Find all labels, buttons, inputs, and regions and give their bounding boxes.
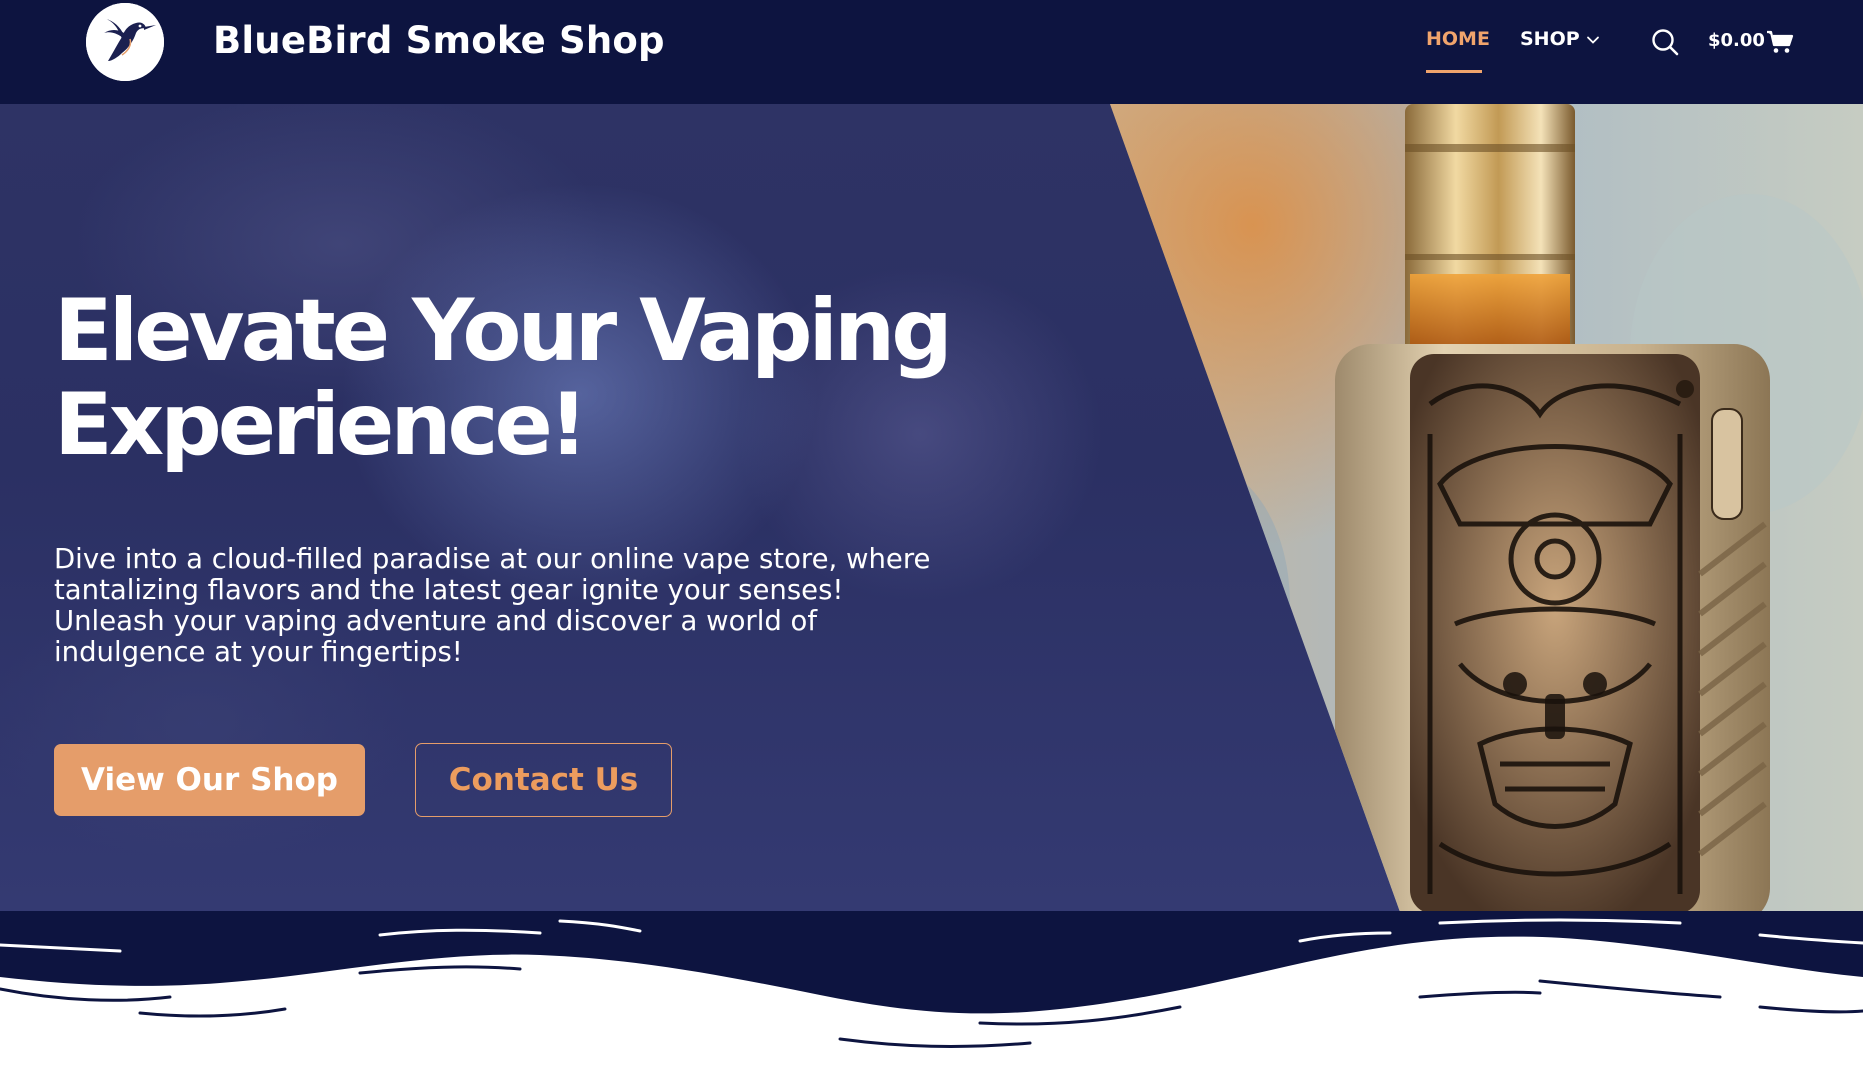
site-title[interactable]: BlueBird Smoke Shop: [213, 19, 665, 62]
hero-subtitle-line-1: Dive into a cloud-filled paradise at our…: [54, 543, 931, 575]
cart-icon[interactable]: [1766, 28, 1794, 56]
hero-title-line-2: Experience!: [54, 375, 588, 475]
search-icon[interactable]: [1650, 27, 1680, 57]
hero-title-line-1: Elevate Your Vaping: [54, 281, 953, 381]
wave-divider: [0, 911, 1863, 1073]
hummingbird-icon: [86, 3, 164, 81]
site-header: BlueBird Smoke Shop HOME SHOP $0.00: [0, 0, 1863, 104]
hero-subtitle-line-3: Unleash your vaping adventure and discov…: [54, 605, 818, 637]
nav-home-link[interactable]: HOME: [1426, 28, 1490, 50]
hero-title: Elevate Your Vaping Experience!: [54, 284, 954, 472]
view-shop-button[interactable]: View Our Shop: [54, 744, 365, 816]
chevron-down-icon[interactable]: [1586, 33, 1600, 47]
hero-subtitle-line-4: indulgence at your fingertips!: [54, 636, 463, 668]
site-logo[interactable]: [86, 3, 164, 81]
contact-us-button[interactable]: Contact Us: [415, 743, 672, 817]
hero-section: Elevate Your Vaping Experience! Dive int…: [0, 104, 1863, 912]
nav-active-indicator: [1426, 70, 1482, 73]
hero-subtitle-line-2: tantalizing flavors and the latest gear …: [54, 574, 844, 606]
hero-subtitle: Dive into a cloud-filled paradise at our…: [54, 544, 994, 668]
nav-shop-link[interactable]: SHOP: [1520, 28, 1580, 50]
cart-total[interactable]: $0.00: [1708, 30, 1765, 51]
